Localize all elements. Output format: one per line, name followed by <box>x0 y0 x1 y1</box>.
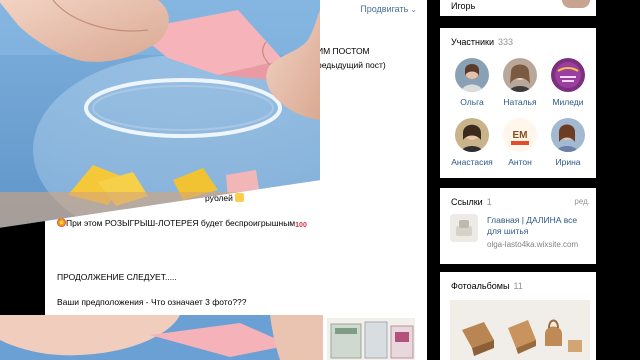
hundred-emoji-icon: 100 <box>295 222 307 229</box>
edit-links-button[interactable]: ред. <box>574 197 590 206</box>
avatar: ЕМ <box>503 118 537 152</box>
albums-title[interactable]: Фотоальбомы 11 <box>451 281 523 291</box>
money-emoji-icon <box>235 193 245 202</box>
post-photo-banknotes[interactable] <box>327 318 415 360</box>
member-miledi[interactable]: Миледи <box>544 58 592 107</box>
chevron-down-icon: ⌄ <box>410 5 417 14</box>
avatar <box>455 118 489 152</box>
avatar <box>455 58 489 92</box>
video-frame: Продвигать ⌄ ИМ ПОСТОМ редыдущий пост) ру… <box>0 0 640 360</box>
post-text-line: редыдущий пост) <box>317 60 386 70</box>
collision-emoji-icon <box>57 218 66 227</box>
album-cover[interactable] <box>450 300 590 360</box>
member-olga[interactable]: Ольга <box>448 58 496 107</box>
user-header[interactable]: Игорь <box>440 0 596 16</box>
post-photo-bottom[interactable] <box>0 315 323 360</box>
members-title[interactable]: Участники 333 <box>451 37 513 47</box>
logo-mark: ЕМ <box>513 130 528 141</box>
avatar <box>551 58 585 92</box>
user-name: Игорь <box>451 1 476 11</box>
albums-card: Фотоальбомы 11 <box>440 272 596 360</box>
link-url[interactable]: olga-lasto4ka.wixsite.com <box>487 240 578 249</box>
avatar <box>551 118 585 152</box>
member-name: Ольга <box>460 97 484 107</box>
right-sidebar: Игорь Участники 333 Ольга Наталья Миледи… <box>440 0 596 360</box>
link-title[interactable]: Главная | ДАЛИНА все для шитья <box>487 215 591 237</box>
members-card: Участники 333 Ольга Наталья Миледи Анаст… <box>440 28 596 178</box>
links-card: Ссылки 1 ред. Главная | ДАЛИНА все для ши… <box>440 188 596 264</box>
member-name: Антон <box>508 157 532 167</box>
member-anastasia[interactable]: Анастасия <box>448 118 496 167</box>
post-text-line: При этом РОЗЫГРЫШ-ЛОТЕРЕЯ будет беспроиг… <box>57 218 307 229</box>
post-text-line: ПРОДОЛЖЕНИЕ СЛЕДУЕТ..... <box>57 272 177 282</box>
member-name: Миледи <box>552 97 584 107</box>
member-name: Ирина <box>555 157 581 167</box>
link-thumbnail-icon <box>450 214 478 242</box>
member-natalya[interactable]: Наталья <box>496 58 544 107</box>
member-name: Анастасия <box>451 157 493 167</box>
avatar <box>562 0 590 8</box>
member-anton[interactable]: ЕМ Антон <box>496 118 544 167</box>
promote-label: Продвигать <box>360 4 409 14</box>
links-title[interactable]: Ссылки 1 <box>451 197 492 207</box>
member-irina[interactable]: Ирина <box>544 118 592 167</box>
avatar <box>503 58 537 92</box>
post-text-line: ИМ ПОСТОМ <box>317 46 370 56</box>
member-name: Наталья <box>503 97 537 107</box>
promote-button[interactable]: Продвигать ⌄ <box>360 4 417 14</box>
post-text-line: Ваши предположения - Что означает 3 фото… <box>57 297 247 307</box>
